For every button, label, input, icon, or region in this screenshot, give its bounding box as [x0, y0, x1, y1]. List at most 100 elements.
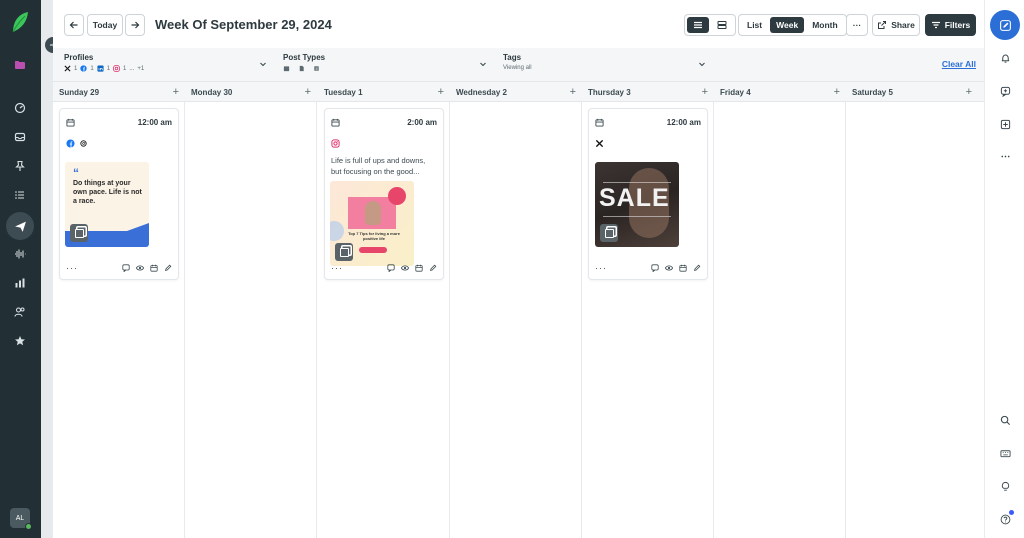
post-card-footer: ··· — [595, 263, 701, 273]
share-button[interactable]: Share — [872, 14, 920, 36]
add-task-icon[interactable] — [997, 116, 1013, 132]
post-types-summary — [283, 65, 325, 72]
post-card[interactable]: 12:00 am “ Do things at your own pace. L… — [59, 108, 179, 280]
view-month-button[interactable]: Month — [806, 17, 844, 33]
reschedule-calendar-icon[interactable] — [679, 264, 687, 272]
edit-pencil-icon[interactable] — [693, 264, 701, 272]
view-list-button[interactable]: List — [741, 17, 768, 33]
post-time: 2:00 am — [407, 117, 437, 127]
add-post-button[interactable]: + — [966, 86, 972, 98]
post-card-footer: ··· — [331, 263, 437, 273]
compact-rows-icon — [717, 21, 727, 29]
rail-inbox-icon[interactable] — [10, 127, 30, 147]
comment-icon[interactable] — [122, 264, 130, 272]
more-options-button[interactable]: ··· — [846, 14, 868, 36]
day-column-wednesday[interactable] — [450, 102, 582, 538]
preview-eye-icon[interactable] — [136, 264, 144, 272]
post-image-quote[interactable]: “ Do things at your own pace. Life is no… — [65, 162, 149, 247]
post-networks — [66, 139, 88, 148]
rail-edge — [41, 0, 53, 538]
day-label: Saturday 5 — [852, 87, 893, 97]
chevron-down-icon[interactable] — [259, 60, 267, 68]
day-header-monday: Monday 30 + — [185, 82, 317, 102]
post-more-button[interactable]: ··· — [66, 263, 78, 273]
day-label: Tuesday 1 — [324, 87, 363, 97]
right-rail — [984, 0, 1024, 538]
rail-listening-icon[interactable] — [10, 244, 30, 264]
post-more-button[interactable]: ··· — [595, 263, 607, 273]
chevron-down-icon[interactable] — [479, 60, 487, 68]
rail-reviews-icon[interactable] — [10, 331, 30, 351]
rail-publishing-icon[interactable] — [6, 212, 34, 240]
notifications-bell-icon[interactable] — [997, 50, 1013, 66]
post-card[interactable]: 2:00 am Life is full of ups and downs, b… — [324, 108, 444, 280]
rail-dashboard-icon[interactable] — [10, 98, 30, 118]
day-column-monday[interactable] — [185, 102, 317, 538]
image-pill — [359, 247, 387, 253]
rail-reports-icon[interactable] — [10, 273, 30, 293]
compose-button[interactable] — [990, 10, 1020, 40]
lightbulb-icon[interactable] — [997, 478, 1013, 494]
comment-icon[interactable] — [651, 264, 659, 272]
edit-pencil-icon[interactable] — [429, 264, 437, 272]
rail-folder-icon[interactable] — [10, 55, 30, 75]
reschedule-calendar-icon[interactable] — [415, 264, 423, 272]
add-post-button[interactable]: + — [570, 86, 576, 98]
today-button[interactable]: Today — [87, 14, 123, 36]
layout-compact-button[interactable] — [711, 17, 733, 33]
add-post-button[interactable]: + — [702, 86, 708, 98]
post-image-tips[interactable]: Top 7 Tips for living a more positive li… — [330, 181, 414, 266]
messages-icon[interactable] — [997, 83, 1013, 99]
add-post-button[interactable]: + — [438, 86, 444, 98]
keyboard-shortcuts-icon[interactable] — [997, 445, 1013, 461]
rail-pin-icon[interactable] — [10, 156, 30, 176]
post-card[interactable]: 12:00 am SALE ··· — [588, 108, 708, 280]
day-column-saturday[interactable] — [846, 102, 978, 538]
rail-tasks-icon[interactable] — [10, 185, 30, 205]
comment-icon[interactable] — [387, 264, 395, 272]
image-sale-text: SALE — [599, 184, 670, 212]
facebook-count: 1 — [90, 65, 94, 72]
help-icon[interactable] — [997, 510, 1014, 527]
more-horizontal-icon[interactable] — [997, 148, 1013, 164]
add-post-button[interactable]: + — [305, 86, 311, 98]
user-avatar[interactable]: AL — [10, 508, 32, 530]
filters-button[interactable]: Filters — [925, 14, 976, 36]
add-post-button[interactable]: + — [173, 86, 179, 98]
linkedin-count: 1 — [106, 65, 111, 72]
clear-all-link[interactable]: Clear All — [942, 59, 976, 69]
add-post-button[interactable]: + — [834, 86, 840, 98]
rail-people-icon[interactable] — [10, 302, 30, 322]
post-more-button[interactable]: ··· — [331, 263, 343, 273]
extra-dots: ... — [129, 65, 135, 72]
profiles-label: Profiles — [64, 53, 94, 62]
calendar-icon — [66, 118, 75, 127]
edit-pencil-icon[interactable] — [164, 264, 172, 272]
chevron-down-icon[interactable] — [698, 60, 706, 68]
post-types-label: Post Types — [283, 53, 326, 62]
post-types-filter[interactable]: Post Types — [283, 53, 325, 72]
x-count: 1 — [74, 65, 78, 72]
share-label: Share — [891, 20, 915, 30]
view-week-button[interactable]: Week — [770, 17, 805, 33]
tags-filter[interactable]: Tags Viewing all — [503, 53, 532, 71]
calendar-icon — [331, 118, 340, 127]
preview-eye-icon[interactable] — [665, 264, 673, 272]
sprout-logo-icon[interactable] — [10, 10, 30, 34]
day-header-saturday: Saturday 5 + — [846, 82, 978, 102]
image-portrait — [365, 201, 381, 225]
day-header-row: Sunday 29 + Monday 30 + Tuesday 1 + Wednesd… — [53, 82, 984, 102]
day-header-friday: Friday 4 + — [714, 82, 846, 102]
layout-comfortable-button[interactable] — [687, 17, 709, 33]
prev-week-button[interactable] — [64, 14, 84, 36]
next-week-button[interactable] — [125, 14, 145, 36]
x-icon — [595, 139, 604, 148]
search-icon[interactable] — [997, 412, 1013, 428]
reschedule-calendar-icon[interactable] — [150, 264, 158, 272]
image-rule — [603, 182, 671, 183]
day-column-friday[interactable] — [714, 102, 846, 538]
document-type-icon — [298, 65, 305, 72]
profiles-filter[interactable]: Profiles 1 1 1 1 ... +1 — [64, 53, 144, 72]
preview-eye-icon[interactable] — [401, 264, 409, 272]
post-image-sale[interactable]: SALE — [595, 162, 679, 247]
